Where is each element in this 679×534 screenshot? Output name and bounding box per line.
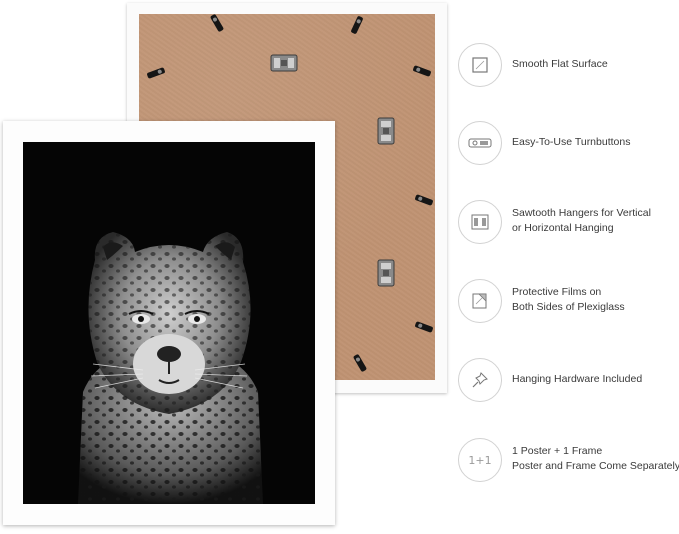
feature-line: Smooth Flat Surface (512, 58, 608, 70)
feature-smooth-surface: Smooth Flat Surface (455, 40, 679, 90)
feature-line: 1 Poster + 1 Frame (512, 445, 603, 457)
protective-film-icon (458, 279, 502, 323)
feature-line: or Horizontal Hanging (512, 222, 614, 234)
sawtooth-hanger (377, 259, 395, 287)
push-pin-icon (458, 358, 502, 402)
leopard-poster (23, 142, 315, 504)
turnbutton-icon (458, 121, 502, 165)
turnbutton (350, 15, 364, 35)
feature-line: Protective Films on (512, 286, 602, 298)
feature-text: Easy-To-Use Turnbuttons (512, 135, 630, 150)
feature-poster-and-frame: 1+1 1 Poster + 1 Frame Poster and Frame … (455, 435, 679, 485)
feature-turnbuttons: Easy-To-Use Turnbuttons (455, 118, 679, 168)
feature-text: Hanging Hardware Included (512, 372, 642, 387)
feature-protective-films: Protective Films on Both Sides of Plexig… (455, 276, 679, 326)
square-surface-icon (458, 43, 502, 87)
frame-front-view (3, 121, 335, 525)
product-image: Smooth Flat Surface Easy-To-Use Turnbutt… (0, 0, 679, 534)
feature-text: Sawtooth Hangers for Vertical or Horizon… (512, 206, 651, 236)
turnbutton (352, 353, 368, 373)
turnbutton (414, 194, 434, 206)
leopard-illustration (78, 232, 263, 504)
sawtooth-hanger (270, 54, 298, 72)
turnbutton (146, 67, 166, 79)
feature-sawtooth-hangers: Sawtooth Hangers for Vertical or Horizon… (455, 197, 679, 247)
feature-line: Sawtooth Hangers for Vertical (512, 207, 651, 219)
sawtooth-hanger (377, 117, 395, 145)
feature-text: Protective Films on Both Sides of Plexig… (512, 285, 625, 315)
turnbutton (414, 321, 434, 333)
feature-line: Easy-To-Use Turnbuttons (512, 136, 631, 148)
feature-line: Hanging Hardware Included (512, 373, 643, 385)
turnbutton (209, 13, 225, 33)
feature-text: Smooth Flat Surface (512, 57, 608, 72)
feature-list: Smooth Flat Surface Easy-To-Use Turnbutt… (455, 0, 679, 534)
feature-line: Poster and Frame Come Separately (512, 460, 679, 472)
one-plus-one-icon: 1+1 (458, 438, 502, 482)
sawtooth-hanger-icon (458, 200, 502, 244)
feature-text: 1 Poster + 1 Frame Poster and Frame Come… (512, 444, 679, 474)
feature-line: Both Sides of Plexiglass (512, 301, 625, 313)
turnbutton (412, 65, 432, 77)
feature-hanging-hardware: Hanging Hardware Included (455, 355, 679, 405)
one-plus-one-label: 1+1 (468, 453, 492, 467)
